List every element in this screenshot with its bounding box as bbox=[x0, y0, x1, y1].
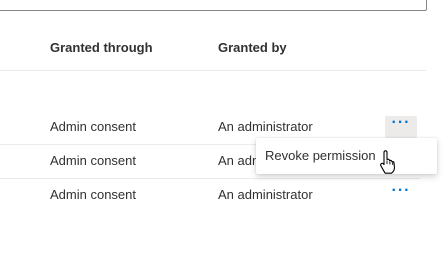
menu-item-label: Revoke permission bbox=[265, 148, 376, 163]
revoke-permission-menu-item[interactable]: Revoke permission bbox=[256, 138, 437, 174]
granted-by-cell: An administrator bbox=[218, 187, 313, 202]
column-header-granted-by[interactable]: Granted by bbox=[218, 40, 287, 55]
hand-pointer-icon bbox=[380, 150, 395, 174]
granted-by-cell: An administrator bbox=[218, 119, 313, 134]
permissions-panel: Granted through Granted by Admin consent… bbox=[0, 0, 446, 256]
more-horizontal-icon: ··· bbox=[391, 114, 411, 131]
granted-through-cell: Admin consent bbox=[50, 187, 136, 202]
context-menu: Revoke permission bbox=[256, 138, 437, 174]
more-actions-button[interactable]: ··· bbox=[385, 114, 417, 138]
more-actions-button[interactable]: ··· bbox=[385, 182, 417, 206]
granted-through-cell: Admin consent bbox=[50, 119, 136, 134]
search-input[interactable] bbox=[0, 0, 427, 11]
granted-through-cell: Admin consent bbox=[50, 153, 136, 168]
table-row: Admin consent An administrator ··· bbox=[0, 178, 420, 212]
table-header: Granted through Granted by bbox=[0, 32, 426, 71]
more-horizontal-icon: ··· bbox=[391, 182, 411, 199]
column-header-granted-through[interactable]: Granted through bbox=[50, 40, 153, 55]
